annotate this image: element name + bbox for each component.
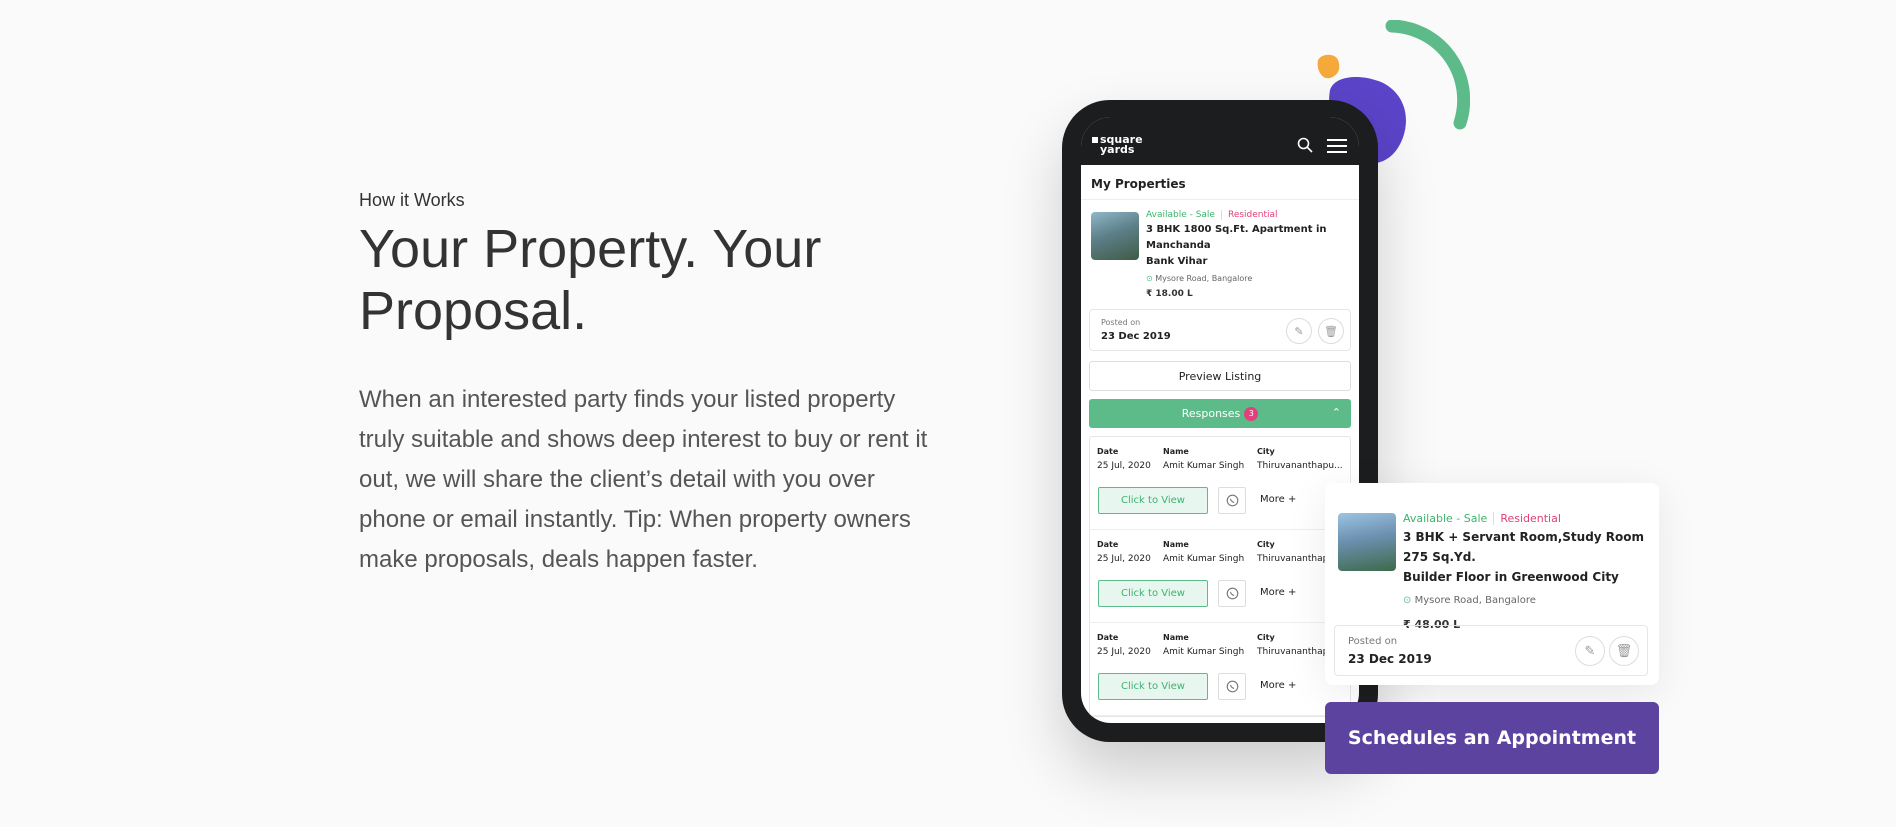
square-yards-logo[interactable]: square yards: [1092, 134, 1143, 155]
name-header: Name: [1163, 633, 1189, 642]
responses-toggle[interactable]: Responses 3 ⌃: [1089, 399, 1351, 428]
property-title[interactable]: 3 BHK + Servant Room,Study Room 275 Sq.Y…: [1403, 527, 1653, 587]
date-header: Date: [1097, 540, 1119, 549]
responses-list: Date Name City 25 Jul, 2020 Amit Kumar S…: [1089, 436, 1351, 717]
location-pin-icon: ⊙: [1146, 274, 1153, 283]
hamburger-menu-icon[interactable]: [1327, 138, 1347, 154]
delete-icon[interactable]: 🗑: [1318, 318, 1344, 344]
type-tag: Residential: [1493, 512, 1561, 525]
response-row: Date Name City 25 Jul, 2020 Amit Kumar S…: [1090, 623, 1350, 716]
click-to-view-button[interactable]: Click to View: [1098, 487, 1208, 514]
status-tag: Available - Sale: [1146, 210, 1215, 220]
posted-label: Posted on: [1101, 318, 1141, 327]
location-pin-icon: ⊙: [1403, 595, 1412, 606]
date-header: Date: [1097, 633, 1119, 642]
property-title[interactable]: 3 BHK 1800 Sq.Ft. Apartment in Manchanda…: [1146, 222, 1351, 270]
property-price: ₹ 18.00 L: [1146, 289, 1193, 299]
click-to-view-button[interactable]: Click to View: [1098, 673, 1208, 700]
posted-label: Posted on: [1348, 636, 1398, 647]
city-header: City: [1257, 447, 1275, 456]
intro-section: How it Works Your Property. Your Proposa…: [359, 188, 929, 580]
intro-body-text: When an interested party finds your list…: [359, 386, 928, 573]
posted-box: Posted on 23 Dec 2019 ✎ 🗑: [1334, 625, 1648, 676]
edit-icon[interactable]: ✎: [1286, 318, 1312, 344]
response-name: Amit Kumar Singh: [1163, 554, 1245, 564]
floating-property-card[interactable]: Available - Sale Residential 3 BHK + Serv…: [1325, 483, 1659, 685]
whatsapp-icon[interactable]: [1218, 580, 1246, 607]
posted-date: 23 Dec 2019: [1101, 331, 1171, 342]
eyebrow-label: How it Works: [359, 190, 465, 210]
name-header: Name: [1163, 540, 1189, 549]
response-row: Date Name City 25 Jul, 2020 Amit Kumar S…: [1090, 437, 1350, 530]
whatsapp-icon[interactable]: [1218, 487, 1246, 514]
property-tags: Available - Sale Residential: [1146, 210, 1351, 220]
responses-count-badge: 3: [1244, 406, 1259, 421]
posted-date: 23 Dec 2019: [1348, 652, 1432, 666]
schedule-appointment-button[interactable]: Schedules an Appointment: [1325, 702, 1659, 774]
response-city: Thiruvananthap: [1257, 554, 1329, 564]
more-button[interactable]: More +: [1260, 494, 1296, 505]
phone-screen: square yards My Properties Available - S…: [1081, 117, 1359, 723]
more-button[interactable]: More +: [1260, 680, 1296, 691]
property-location: ⊙ Mysore Road, Bangalore: [1146, 274, 1253, 283]
city-header: City: [1257, 540, 1275, 549]
property-thumbnail: [1338, 513, 1396, 571]
name-header: Name: [1163, 447, 1189, 456]
response-date: 25 Jul, 2020: [1097, 554, 1151, 564]
response-row: Date Name City 25 Jul, 2020 Amit Kumar S…: [1090, 530, 1350, 623]
response-date: 25 Jul, 2020: [1097, 461, 1151, 471]
whatsapp-icon[interactable]: [1218, 673, 1246, 700]
chevron-up-icon[interactable]: ⌃: [1332, 406, 1341, 419]
date-header: Date: [1097, 447, 1119, 456]
headline-line-2: Proposal.: [359, 281, 588, 341]
property-location: ⊙ Mysore Road, Bangalore: [1403, 595, 1536, 606]
delete-icon[interactable]: 🗑: [1609, 636, 1639, 666]
edit-icon[interactable]: ✎: [1575, 636, 1605, 666]
property-card[interactable]: Available - Sale Residential 3 BHK 1800 S…: [1081, 200, 1359, 299]
headline: Your Property. Your Proposal.: [359, 218, 929, 342]
posted-box: Posted on 23 Dec 2019 ✎ 🗑: [1089, 309, 1351, 351]
phone-notch: [1141, 110, 1299, 138]
search-icon[interactable]: [1297, 137, 1313, 153]
property-tags: Available - Sale Residential: [1403, 512, 1653, 525]
type-tag: Residential: [1220, 210, 1278, 220]
response-name: Amit Kumar Singh: [1163, 461, 1245, 471]
response-date: 25 Jul, 2020: [1097, 647, 1151, 657]
response-city: Thiruvananthap: [1257, 647, 1329, 657]
my-properties-title: My Properties: [1081, 165, 1359, 200]
response-city: Thiruvananthapu...: [1257, 461, 1343, 471]
orange-blob-shape: [1317, 54, 1340, 79]
status-tag: Available - Sale: [1403, 512, 1488, 525]
response-name: Amit Kumar Singh: [1163, 647, 1245, 657]
property-thumbnail: [1091, 212, 1139, 260]
more-button[interactable]: More +: [1260, 587, 1296, 598]
preview-listing-button[interactable]: Preview Listing: [1089, 361, 1351, 391]
city-header: City: [1257, 633, 1275, 642]
click-to-view-button[interactable]: Click to View: [1098, 580, 1208, 607]
headline-line-1: Your Property. Your: [359, 219, 822, 279]
